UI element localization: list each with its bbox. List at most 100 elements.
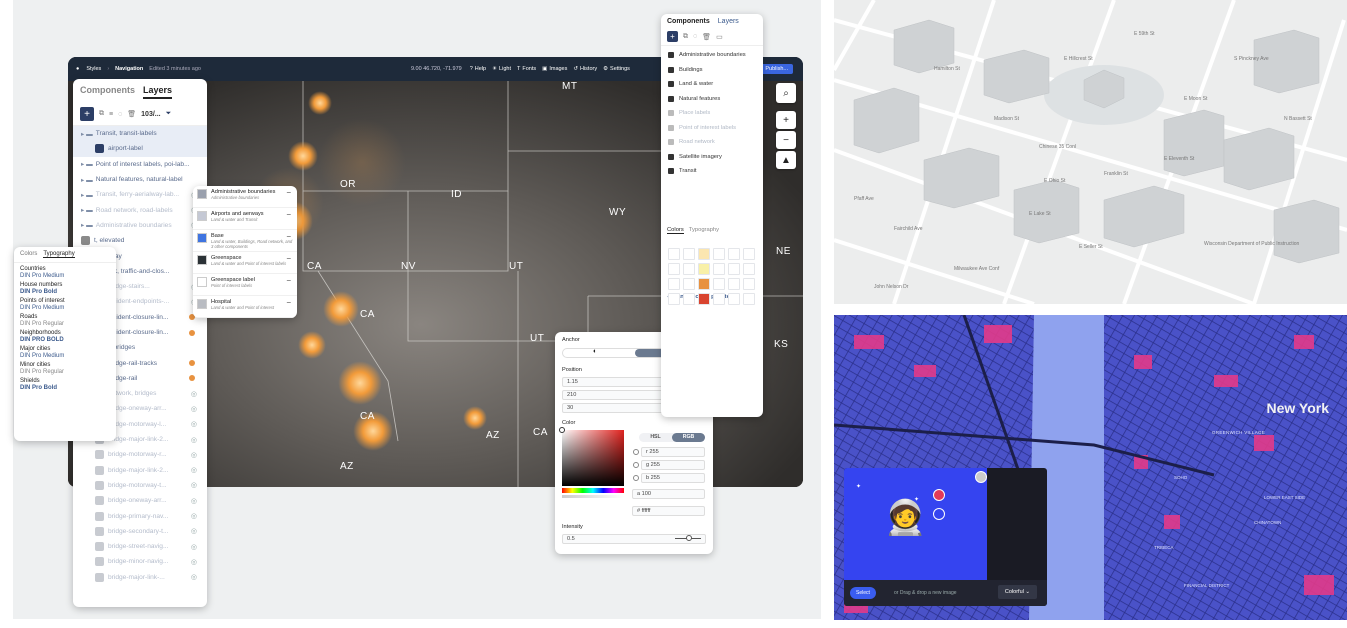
picker-handle[interactable] (559, 427, 565, 433)
palette-swatch[interactable] (668, 278, 680, 290)
visibility-icon[interactable]: ◎ (191, 436, 197, 444)
swatch-red-icon[interactable] (933, 489, 945, 501)
palette-swatch[interactable] (683, 248, 695, 260)
font-value[interactable]: DIN Pro Regular (14, 369, 116, 375)
palette-swatch[interactable] (728, 263, 740, 275)
palette-swatch[interactable] (743, 293, 755, 305)
palette-swatch[interactable] (668, 263, 680, 275)
palette-swatch[interactable] (728, 278, 740, 290)
layer-row[interactable]: bridge-secondary-t... ◎ (73, 524, 207, 539)
component-item[interactable]: Administrative boundaries (661, 48, 763, 63)
layer-row[interactable]: ▸ ▬ Transit, ferry-aerialway-lab...◎ (73, 187, 207, 202)
select-image-button[interactable]: Select (850, 587, 876, 599)
hide-icon[interactable]: ◌ (118, 111, 122, 118)
component-item[interactable]: Land & water (661, 77, 763, 92)
b-radio[interactable] (633, 475, 639, 481)
hue-slider[interactable] (562, 488, 624, 493)
component-row[interactable]: Airports and aerways Land & water and Tra… (193, 208, 297, 230)
intensity-handle[interactable] (686, 535, 692, 541)
g-field[interactable]: g 255 (641, 460, 705, 470)
component-item[interactable]: Point of interest labels (661, 121, 763, 136)
visibility-icon[interactable]: ◎ (191, 405, 197, 413)
tab-components[interactable]: Components (667, 18, 710, 25)
duplicate-icon[interactable]: ⧉ (99, 110, 104, 118)
remove-icon[interactable]: − (286, 210, 291, 219)
folder-icon[interactable]: ▸ ▬ (81, 176, 93, 184)
palette-swatch[interactable] (728, 248, 740, 260)
component-item[interactable]: Place labels (661, 106, 763, 121)
layer-row[interactable]: bridge-major-link-... ◎ (73, 570, 207, 585)
folder-icon[interactable]: ▸ ▬ (81, 206, 93, 214)
layer-row[interactable]: ▸ ▬ Road network, road-labels◎ (73, 202, 207, 217)
hex-field[interactable]: # ffffff (632, 506, 705, 516)
swatch-white-icon[interactable] (975, 471, 987, 483)
layer-row[interactable]: bridge-motorway-r... ◎ (73, 447, 207, 462)
layer-row[interactable]: airport-label (73, 141, 207, 157)
palette-swatch[interactable] (698, 278, 710, 290)
component-item[interactable]: Buildings (661, 63, 763, 78)
images-button[interactable]: ▣ Images (542, 66, 567, 72)
fonts-button[interactable]: T Fonts (517, 66, 536, 72)
visibility-icon[interactable]: ◎ (191, 573, 197, 581)
g-radio[interactable] (633, 462, 639, 468)
light-button[interactable]: ☀ Light (492, 66, 511, 72)
palette-swatch[interactable] (713, 263, 725, 275)
palette-swatch[interactable] (743, 263, 755, 275)
remove-icon[interactable]: − (286, 298, 291, 307)
anchor-viewport-icon[interactable]: ◐ (593, 348, 597, 355)
help-button[interactable]: ? Help (470, 66, 486, 72)
component-row[interactable]: Base Land & water, Buildings, Road networ… (193, 230, 297, 252)
layer-row[interactable]: bridge-minor-navig... ◎ (73, 554, 207, 569)
swatch-blue-icon[interactable] (933, 508, 945, 520)
palette-swatch[interactable] (743, 278, 755, 290)
intensity-field[interactable]: 0.5 (562, 534, 706, 544)
component-row[interactable]: Greenspace Land & water and Point of inte… (193, 252, 297, 274)
layer-row[interactable]: ▸ ▬ Transit, transit-labels (73, 126, 207, 142)
palette-swatch[interactable] (668, 248, 680, 260)
publish-button[interactable]: Publish... (760, 64, 793, 74)
copy-icon[interactable]: ▭ (716, 33, 723, 41)
rgb-option[interactable]: RGB (672, 433, 705, 442)
duplicate-icon[interactable]: ⧉ (683, 33, 688, 41)
style-name[interactable]: Navigation (115, 66, 143, 72)
font-value[interactable]: DIN Pro Regular (14, 321, 116, 327)
alpha-slider[interactable] (562, 495, 624, 498)
font-value[interactable]: DIN Pro Medium (14, 273, 116, 279)
search-icon[interactable]: ⌕ (776, 83, 796, 103)
palette-swatch[interactable] (713, 278, 725, 290)
palette-swatch[interactable] (683, 278, 695, 290)
hsl-option[interactable]: HSL (639, 433, 672, 442)
font-value[interactable]: DIN Pro Medium (14, 353, 116, 359)
layer-row[interactable]: ▸ ▬ Administrative boundaries◎ (73, 218, 207, 233)
remove-icon[interactable]: − (286, 254, 291, 263)
visibility-icon[interactable]: ◎ (191, 420, 197, 428)
hide-icon[interactable]: ◌ (693, 33, 697, 40)
folder-icon[interactable]: ▸ ▬ (81, 130, 93, 138)
remove-icon[interactable]: − (286, 188, 291, 197)
zoom-out-button[interactable]: − (776, 131, 796, 149)
font-value[interactable]: DIN Pro Bold (14, 385, 116, 391)
style-dropdown[interactable]: Colorful ⌄ (997, 585, 1037, 599)
remove-icon[interactable]: − (286, 276, 291, 285)
layer-row[interactable]: bridge-motorway-t... ◎ (73, 478, 207, 493)
zoom-in-button[interactable]: + (776, 111, 796, 129)
font-value[interactable]: DIN PRO BOLD (14, 337, 116, 343)
component-row[interactable]: Hospital Land & water and Point of intere… (193, 296, 297, 318)
palette-swatch[interactable] (698, 263, 710, 275)
remove-icon[interactable]: − (286, 232, 291, 241)
component-item[interactable]: Natural features (661, 92, 763, 107)
uploaded-image-preview[interactable]: 🧑‍🚀 ✦ ✦ (844, 468, 987, 580)
component-item[interactable]: Road network (661, 135, 763, 150)
palette-swatch[interactable] (713, 248, 725, 260)
visibility-icon[interactable]: ◎ (191, 512, 197, 520)
tab-typography[interactable]: Typography (689, 227, 719, 234)
group-icon[interactable]: ≡ (109, 111, 113, 118)
b-field[interactable]: b 255 (641, 473, 705, 483)
r-radio[interactable] (633, 449, 639, 455)
delete-icon[interactable]: 🗑 (127, 110, 136, 118)
palette-swatch[interactable] (713, 293, 725, 305)
color-picker-area[interactable] (562, 430, 624, 486)
component-item[interactable]: Satellite imagery (661, 150, 763, 165)
logo-icon[interactable]: ● (76, 66, 79, 72)
component-row[interactable]: Greenspace label Point of interest labels… (193, 274, 297, 296)
